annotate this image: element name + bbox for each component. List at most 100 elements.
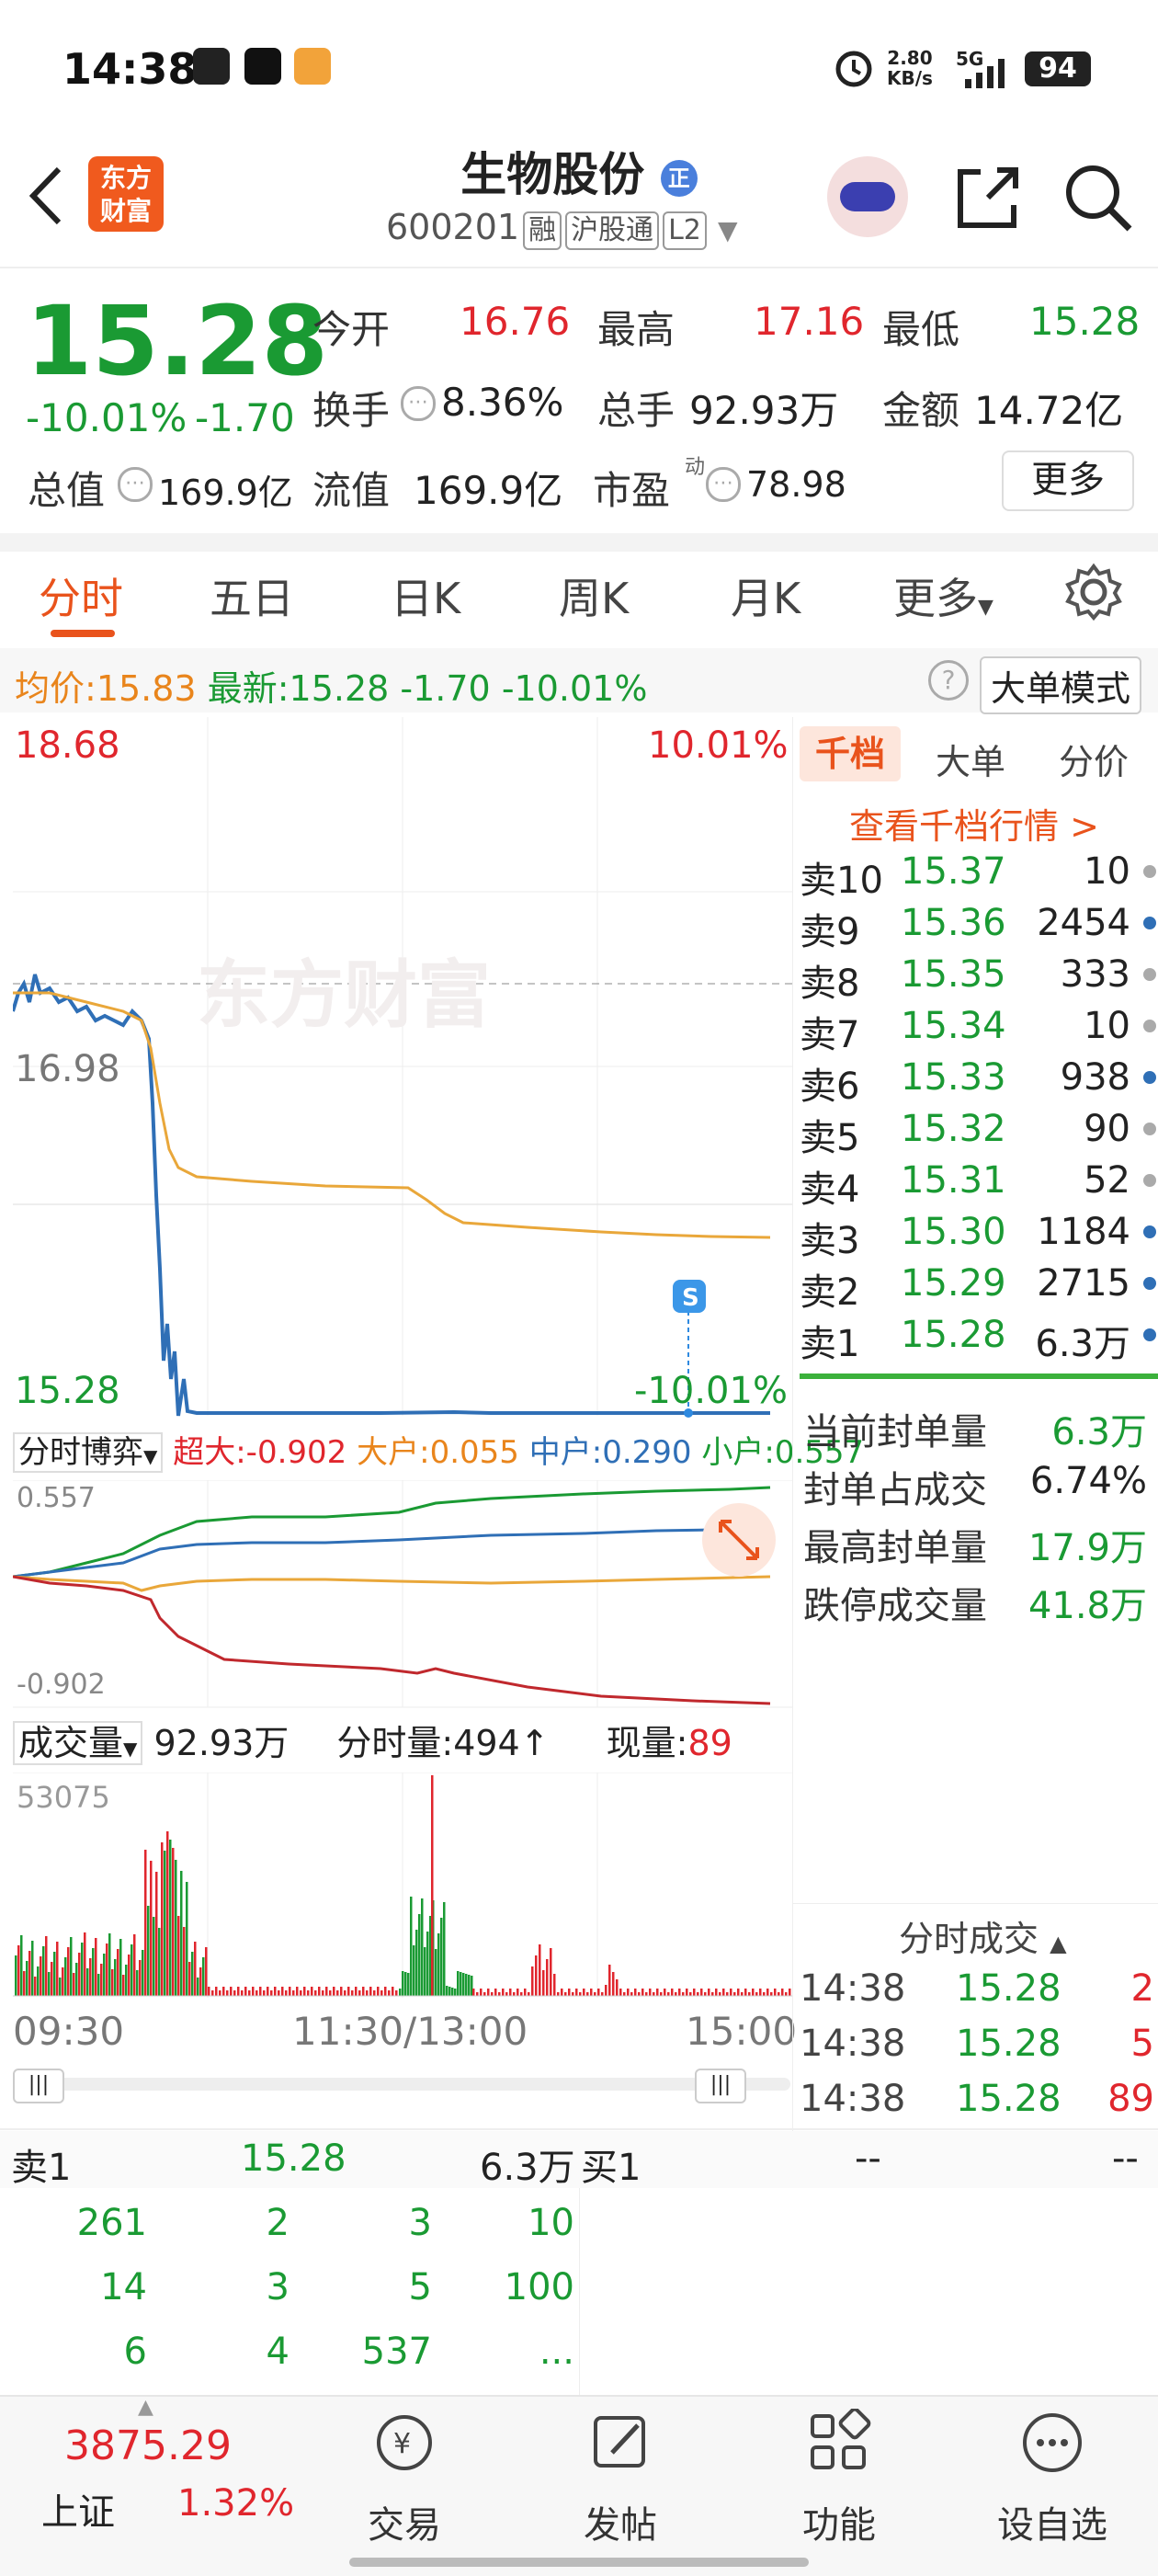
volume-bar (194, 1942, 197, 1996)
index-name[interactable]: 上证 (41, 2482, 115, 2536)
volume-bar (119, 1939, 122, 1996)
volume-bar (781, 1989, 784, 1996)
ask-row[interactable]: 卖7 15.34 10 (800, 1005, 1158, 1056)
divider (0, 533, 1158, 552)
search-icon[interactable] (1062, 161, 1135, 234)
volume-bar (300, 1990, 302, 1996)
volume-bar (457, 1971, 460, 1996)
index-pct[interactable]: 1.32% (177, 2482, 294, 2525)
info-icon[interactable]: ⋯ (401, 386, 436, 421)
order-tab-big[interactable]: 大单 (936, 734, 1005, 784)
collapse-up-icon[interactable]: ▲ (138, 2396, 153, 2419)
volume-bar (451, 1988, 454, 1996)
volume-bar (329, 1990, 332, 1996)
volume-bar (476, 1992, 479, 1996)
volume-bar (64, 1957, 67, 1996)
tab-monthly-k[interactable]: 月K (731, 565, 800, 626)
help-icon[interactable]: ? (928, 660, 969, 701)
info-icon-mktcap[interactable]: ⋯ (118, 467, 153, 502)
volume-bar (711, 1992, 714, 1996)
flow-select[interactable]: 分时博弈▼ (13, 1432, 164, 1473)
volume-bar (95, 1938, 97, 1996)
chart-top-pct: 10.01% (648, 724, 789, 767)
volume-bar (597, 1989, 600, 1996)
volume-bar (344, 1990, 346, 1996)
ask-row[interactable]: 卖5 15.32 90 (800, 1108, 1158, 1159)
volume-bar (568, 1989, 571, 1996)
assistant-avatar[interactable] (827, 156, 908, 237)
index-value[interactable]: 3875.29 (64, 2422, 232, 2469)
volume-bar (255, 1990, 258, 1996)
share-icon[interactable] (951, 161, 1025, 234)
info-icon-pe[interactable]: ⋯ (706, 467, 741, 502)
status-bar: 14:38 2.80 KB/s 5G 94 (0, 0, 1158, 138)
volume-bar (136, 1970, 139, 1996)
stock-code-line[interactable]: 600201 融沪股通 L2 ▼ (386, 207, 738, 250)
ask-row[interactable]: 卖3 15.30 1184 (800, 1211, 1158, 1262)
ask-row[interactable]: 卖2 15.29 2715 (800, 1262, 1158, 1314)
ask-dot-icon (1143, 1277, 1156, 1290)
ticks-title[interactable]: 分时成交 ▲ (899, 1910, 1067, 1961)
volume-bar (84, 1932, 86, 1996)
volume-bar (318, 1987, 321, 1996)
volume-bar (51, 1962, 53, 1996)
slider-handle-right[interactable]: ||| (695, 2069, 746, 2103)
volume-bar (147, 1906, 150, 1996)
volume-bar (483, 1992, 486, 1996)
high-label: 最高 (597, 307, 676, 352)
time-range-slider[interactable] (13, 2078, 790, 2091)
nav-functions[interactable]: 功能 (775, 2407, 903, 2548)
ask-volume: 333 (1060, 953, 1130, 996)
nav-add-watchlist[interactable]: 设自选 (988, 2409, 1117, 2548)
volume-bar (20, 1935, 23, 1996)
time-start: 09:30 (13, 2009, 125, 2054)
more-button[interactable]: 更多 (1002, 450, 1134, 511)
amount-label: 金额 (882, 388, 960, 433)
volume-bar (233, 1990, 236, 1996)
slider-handle-left[interactable]: ||| (13, 2069, 64, 2103)
volume-bar (333, 1987, 335, 1996)
tab-five-day[interactable]: 五日 (210, 565, 294, 626)
bottom-sell-label: 卖1 (11, 2147, 72, 2189)
home-indicator[interactable] (349, 2558, 809, 2567)
volume-chart[interactable] (13, 1772, 792, 1998)
ask-row[interactable]: 卖4 15.31 52 (800, 1159, 1158, 1211)
seal-stat-row: 当前封单量 6.3万 (800, 1402, 1158, 1453)
ask-dot-icon (1143, 1225, 1156, 1238)
ask-row[interactable]: 卖9 15.36 2454 (800, 902, 1158, 953)
volume-bar (131, 1944, 133, 1996)
volume-select[interactable]: 成交量▼ (13, 1721, 143, 1765)
nav-post[interactable]: 发帖 (556, 2409, 685, 2548)
ask-label: 卖5 (800, 1117, 860, 1159)
big-order-mode-button[interactable]: 大单模式 (980, 656, 1142, 714)
chart-bottom-pct: -10.01% (634, 1370, 788, 1412)
capital-flow-chart[interactable] (13, 1480, 792, 1710)
volume-bar (59, 1978, 62, 1996)
volume-bar (208, 1987, 210, 1996)
tab-intraday[interactable]: 分时 (39, 565, 123, 626)
nav-trade[interactable]: ¥ 交易 (340, 2409, 469, 2548)
volume-bar (686, 1989, 688, 1996)
order-tab-price[interactable]: 分价 (1059, 734, 1129, 784)
volume-bar (150, 1861, 153, 1996)
volume-bar (161, 1842, 164, 1996)
ask-row[interactable]: 卖6 15.33 938 (800, 1056, 1158, 1108)
ask-row[interactable]: 卖10 15.37 10 (800, 850, 1158, 902)
ask-row[interactable]: 卖1 15.28 6.3万 (800, 1314, 1158, 1365)
tab-daily-k[interactable]: 日K (391, 565, 460, 626)
volume-bar (142, 1950, 144, 1996)
tab-more[interactable]: 更多▼ (893, 565, 993, 626)
seal-stat-value: 6.74% (1029, 1460, 1147, 1502)
order-tab-thousand[interactable]: 千档 (800, 726, 901, 781)
tick-price: 15.28 (956, 1967, 1062, 2010)
svg-text:S: S (682, 1284, 699, 1312)
tab-weekly-k[interactable]: 周K (559, 565, 629, 626)
settings-gear-icon[interactable] (1064, 563, 1123, 621)
volume-bar (605, 1985, 607, 1996)
ask-row[interactable]: 卖8 15.35 333 (800, 953, 1158, 1005)
ask-price: 15.36 (901, 902, 1006, 944)
intraday-chart[interactable]: 东方财富 S (13, 717, 792, 1425)
volume-bar (410, 1897, 413, 1996)
verified-badge-icon: 正 (660, 159, 698, 197)
view-order-depth-link[interactable]: 查看千档行情 > (849, 798, 1099, 849)
